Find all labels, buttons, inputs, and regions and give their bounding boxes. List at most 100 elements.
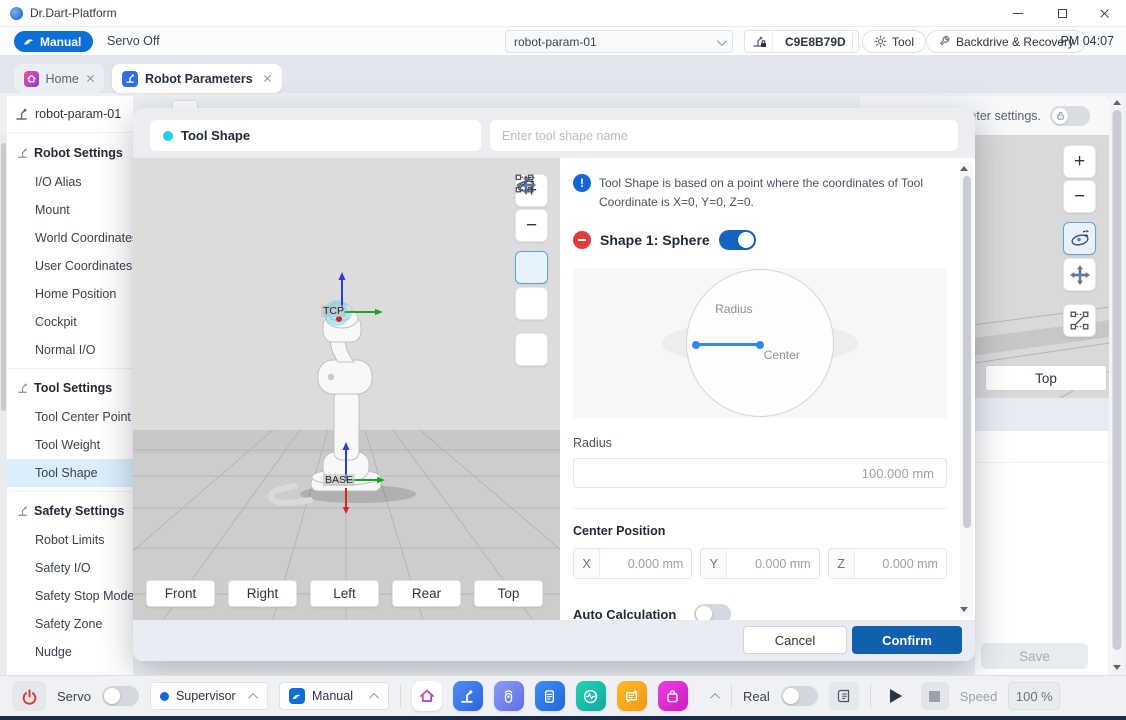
robot-3d-viewport[interactable]: TCP BASE + − [133,158,560,620]
sidebar-header: robot-param-01 [7,96,133,133]
sidebar-section-safety-settings[interactable]: Safety Settings [7,496,133,526]
role-dropdown[interactable]: Supervisor [150,682,268,710]
pan-icon [1069,264,1091,286]
real-label: Real [743,689,770,704]
center-x-field[interactable]: X 0.000 mm [573,548,692,579]
sidebar-item-world-coordinates[interactable]: World Coordinates [7,224,133,252]
sidebar-item-normal-io[interactable]: Normal I/O [7,336,133,364]
maximize-button[interactable] [1042,0,1082,27]
view-top-button[interactable]: Top [474,580,543,607]
log-app-icon[interactable] [617,681,647,711]
parameter-lock-toggle[interactable] [1050,106,1090,126]
robot-icon [17,505,29,517]
stop-icon [929,691,940,702]
tcp-label: TCP [321,305,346,317]
measure-button[interactable] [1063,304,1096,337]
close-icon[interactable] [86,74,94,83]
real-mode-toggle[interactable] [781,686,818,706]
window-bottom-edge [0,716,1126,720]
view-left-button[interactable]: Left [310,580,379,607]
tool-shape-name-input[interactable] [490,120,958,151]
speed-value[interactable]: 100 % [1008,682,1060,710]
robot-app-icon[interactable] [453,681,483,711]
orbit-button[interactable] [515,251,548,284]
servo-toggle[interactable] [102,686,139,706]
robot-serial-button[interactable]: C9E8B79D [744,30,859,53]
remove-shape-icon[interactable] [573,231,591,249]
robot-3d-scene [133,158,560,620]
panel-scrollbar[interactable] [960,162,973,616]
sidebar-item-home-position[interactable]: Home Position [7,280,133,308]
task-app-icon[interactable] [535,681,565,711]
view-right-button[interactable]: Right [228,580,297,607]
pendant-app-icon[interactable] [494,681,524,711]
view-buttons-row: Front Right Left Rear Top [146,580,543,607]
radius-input[interactable]: 100.000 mm [573,458,947,488]
center-z-field[interactable]: Z 0.000 mm [828,548,947,579]
sidebar-item-safety-io[interactable]: Safety I/O [7,554,133,582]
center-y-field[interactable]: Y 0.000 mm [700,548,819,579]
save-button[interactable]: Save [981,643,1088,669]
preset-dropdown[interactable]: robot-param-01 [505,30,733,53]
chevron-up-icon [369,693,379,703]
app-logo-icon [10,7,23,20]
simulator-3d-button[interactable] [829,682,859,710]
shape-enabled-toggle[interactable] [719,230,756,250]
sidebar-item-safety-zone[interactable]: Safety Zone [7,610,133,638]
sidebar-item-nudge[interactable]: Nudge [7,638,133,666]
orbit-button[interactable] [1063,222,1096,255]
power-icon [21,688,38,705]
hand-icon [22,35,35,48]
pan-button[interactable] [1063,258,1096,291]
sidebar-item-tool-weight[interactable]: Tool Weight [7,431,133,459]
monitoring-app-icon[interactable] [576,681,606,711]
title-bar: Dr.Dart-Platform [0,0,1126,27]
chevron-down-icon [717,36,727,46]
close-icon[interactable] [263,74,272,83]
sidebar-item-mount[interactable]: Mount [7,196,133,224]
measure-button[interactable] [515,333,548,366]
page-scrollbar[interactable] [1109,96,1124,674]
sidebar-section-robot-settings[interactable]: Robot Settings [7,138,133,168]
clock-text: PM 04:07 [1060,34,1114,48]
view-front-button[interactable]: Front [146,580,215,607]
sidebar-item-safety-stop-modes[interactable]: Safety Stop Modes [7,582,133,610]
viewport-controls: + − [515,174,548,366]
robot-icon [17,382,29,394]
apps-expand-icon[interactable] [710,693,720,703]
cancel-button[interactable]: Cancel [743,626,847,654]
divider [731,684,732,708]
sidebar-section-tool-settings[interactable]: Tool Settings [7,373,133,403]
pan-button[interactable] [515,287,548,320]
sidebar-item-tool-center-point[interactable]: Tool Center Point [7,403,133,431]
sidebar-item-cockpit[interactable]: Cockpit [7,308,133,336]
manual-mode-button[interactable]: Manual [14,31,93,52]
confirm-button[interactable]: Confirm [852,626,962,654]
sidebar-item-tool-shape[interactable]: Tool Shape [7,459,133,487]
zoom-in-button[interactable]: + [1063,145,1096,178]
power-button[interactable] [12,681,46,711]
mode-dropdown[interactable]: Manual [279,682,389,710]
close-button[interactable] [1084,0,1124,27]
zoom-out-button[interactable]: − [1063,180,1096,213]
play-button[interactable] [882,682,910,710]
tool-button[interactable]: Tool [862,30,926,53]
orbit-icon [1069,228,1091,250]
tab-home[interactable]: Home [14,64,104,93]
tab-robot-parameters[interactable]: Robot Parameters [112,64,282,93]
auto-calculation-toggle[interactable] [694,604,731,620]
top-toolbar: Manual Servo Off robot-param-01 C9E8B79D [0,27,1126,56]
status-dot-icon [163,131,173,141]
sidebar-item-user-coordinates[interactable]: User Coordinates [7,252,133,280]
home-app-icon[interactable] [412,681,442,711]
top-view-button[interactable]: Top [985,365,1107,391]
sidebar-item-io-alias[interactable]: I/O Alias [7,168,133,196]
view-rear-button[interactable]: Rear [392,580,461,607]
stop-button[interactable] [921,682,949,710]
sidebar-scrollbar[interactable] [0,135,7,675]
store-app-icon[interactable] [658,681,688,711]
sidebar-item-robot-limits[interactable]: Robot Limits [7,526,133,554]
zoom-out-button[interactable]: − [515,209,548,242]
minimize-button[interactable] [998,0,1038,27]
minimize-icon [1013,13,1023,14]
